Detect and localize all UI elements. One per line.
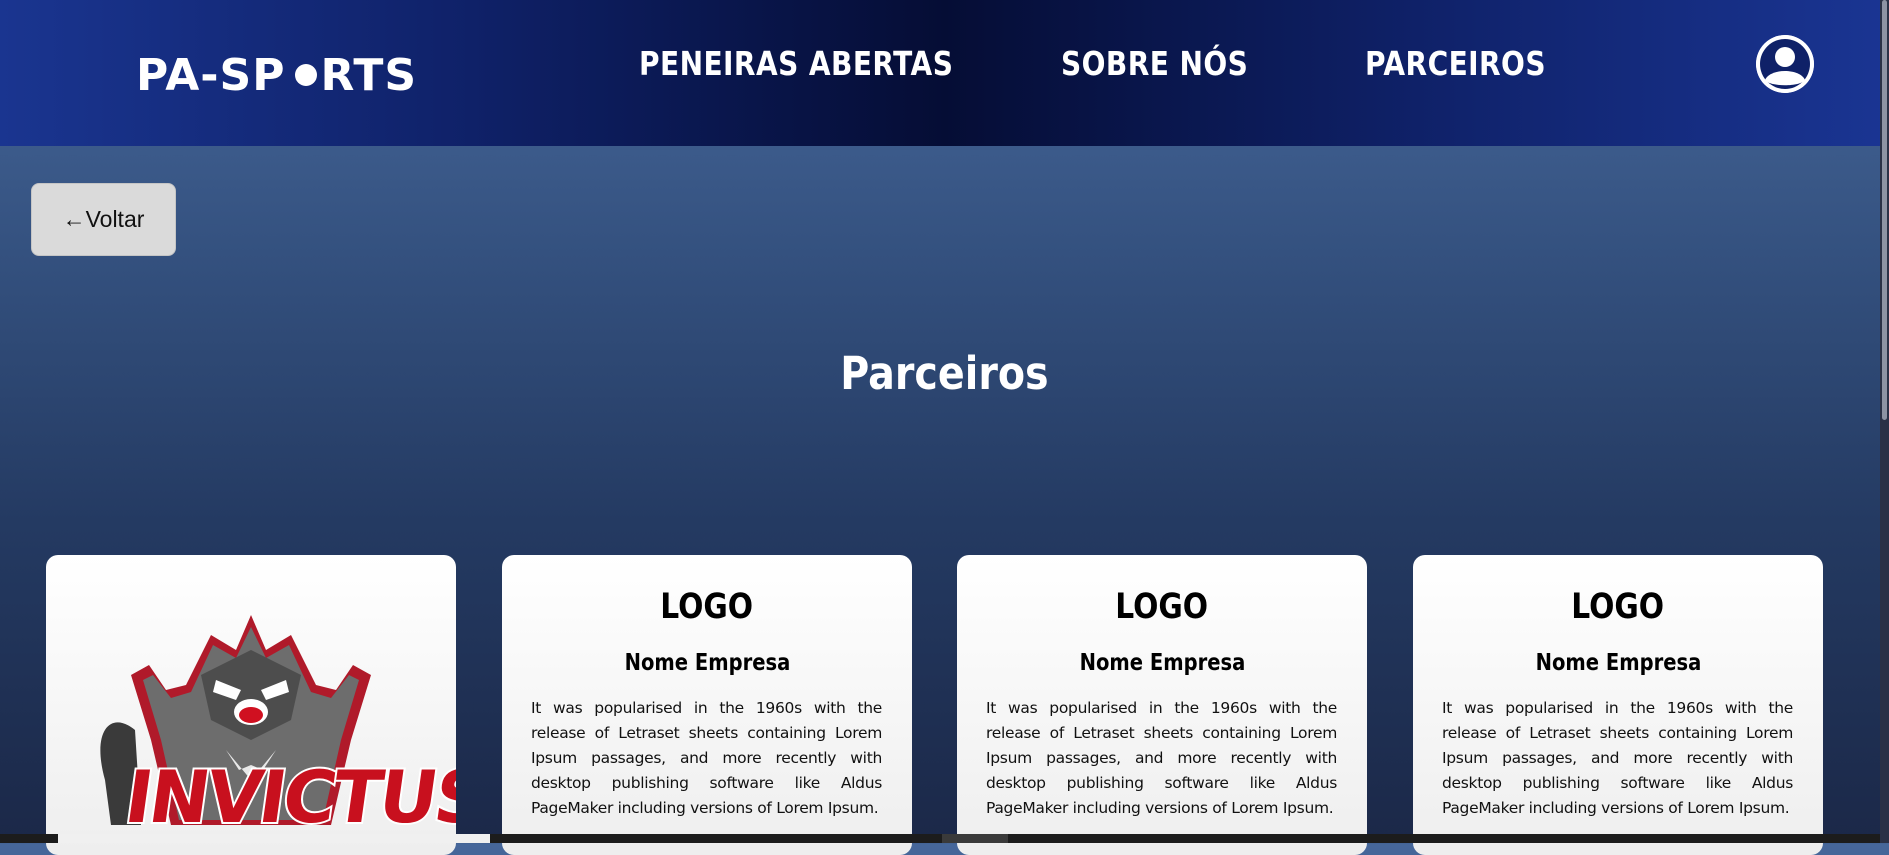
invictus-logo-text: INVICTUS: [118, 753, 456, 841]
partner-logo: LOGO: [660, 587, 754, 627]
partner-description: It was popularised in the 1960s with the…: [1442, 699, 1793, 817]
bottom-bar-segment: [58, 834, 490, 843]
nav-peneiras-abertas[interactable]: PENEIRAS ABERTAS: [639, 44, 953, 83]
brand-logo-text: PA-SP RTS: [136, 49, 418, 101]
partner-card-invictus[interactable]: INVICTUS: [46, 555, 456, 855]
partner-logo: LOGO: [1571, 587, 1665, 627]
partner-name: Nome Empresa: [1535, 650, 1701, 676]
partner-card[interactable]: LOGO Nome Empresa It was popularised in …: [502, 555, 912, 855]
partner-description: It was popularised in the 1960s with the…: [531, 699, 882, 817]
scrollbar-thumb[interactable]: [1882, 0, 1887, 420]
bottom-bar-segment: [942, 834, 1008, 843]
user-circle-icon[interactable]: [1756, 35, 1814, 93]
partner-name: Nome Empresa: [624, 650, 790, 676]
nav-parceiros[interactable]: PARCEIROS: [1365, 44, 1546, 83]
brand-logo[interactable]: PA-SP RTS: [136, 49, 418, 101]
partner-card[interactable]: LOGO Nome Empresa It was popularised in …: [1413, 555, 1823, 855]
partner-logo: LOGO: [1115, 587, 1209, 627]
page-title: Parceiros: [840, 347, 1049, 400]
top-header: PA-SP RTS PENEIRAS ABERTAS SOBRE NÓS PARC…: [0, 0, 1889, 146]
partner-name: Nome Empresa: [1079, 650, 1245, 676]
nav-sobre-nos[interactable]: SOBRE NÓS: [1061, 44, 1248, 83]
partner-card[interactable]: LOGO Nome Empresa It was popularised in …: [957, 555, 1367, 855]
back-button[interactable]: ←Voltar: [31, 183, 176, 256]
ball-icon: [295, 63, 318, 86]
partner-description: It was popularised in the 1960s with the…: [986, 699, 1337, 817]
